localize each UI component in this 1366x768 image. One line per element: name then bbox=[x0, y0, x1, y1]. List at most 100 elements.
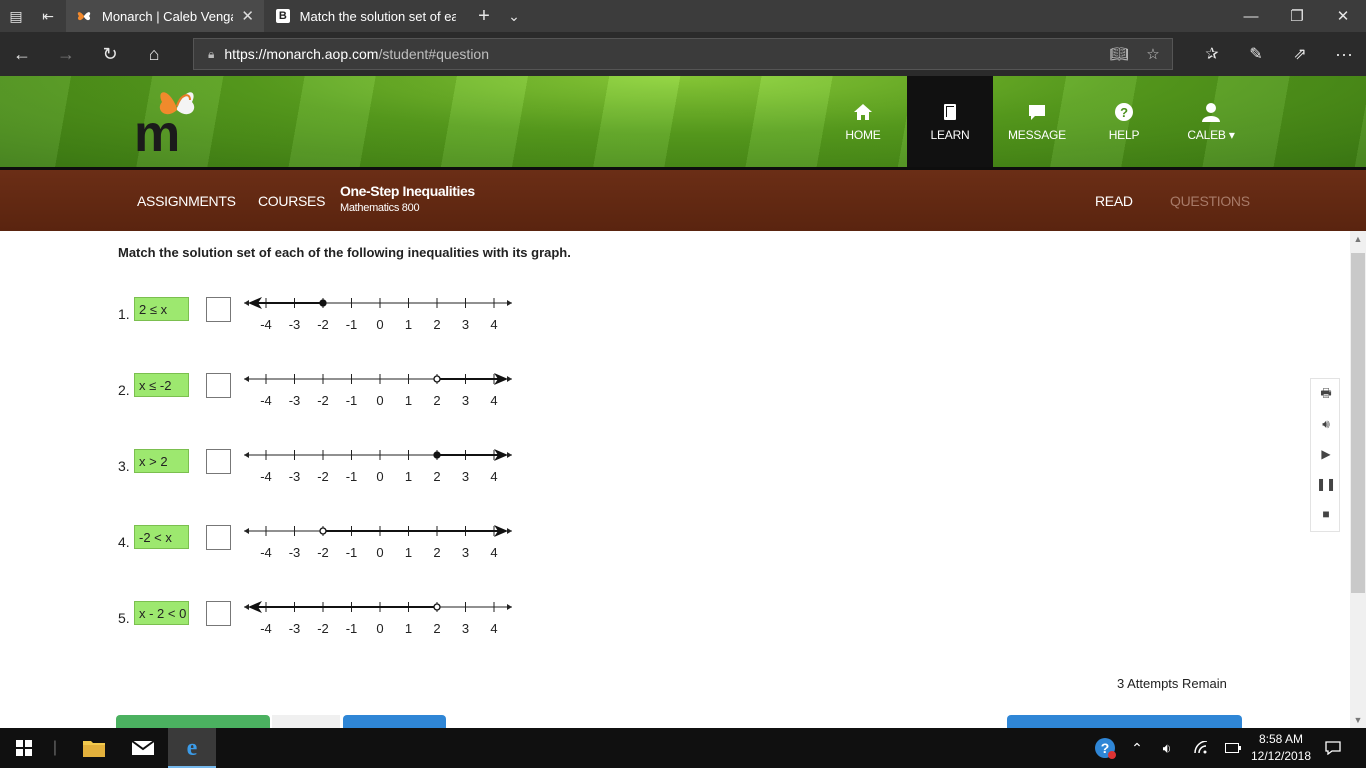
pen-icon[interactable]: ✎ bbox=[1234, 32, 1278, 76]
url-field[interactable]: 🔒︎ https://monarch.aop.com/student#quest… bbox=[193, 38, 1173, 70]
pause-icon[interactable]: ❚❚ bbox=[1311, 469, 1341, 499]
print-icon[interactable]: 🖶︎ bbox=[1311, 379, 1341, 409]
tick-label: -3 bbox=[289, 469, 301, 484]
home-nav-icon[interactable]: ⌂ bbox=[132, 32, 176, 76]
tick-label: 0 bbox=[376, 317, 383, 332]
course-title-block[interactable]: One-Step Inequalities Mathematics 800 bbox=[340, 183, 475, 214]
assignments-link[interactable]: ASSIGNMENTS bbox=[137, 170, 236, 231]
favorites-list-icon[interactable]: ✰ bbox=[1190, 32, 1234, 76]
tab-manager-icon[interactable]: ▤ bbox=[0, 0, 32, 32]
message-icon bbox=[1029, 104, 1045, 120]
page-scrollbar[interactable]: ▲ ▼ bbox=[1350, 231, 1366, 728]
blue-submit-button[interactable] bbox=[1007, 715, 1242, 728]
nav-help[interactable]: ? HELP bbox=[1081, 76, 1167, 167]
speaker-icon[interactable]: 🔊︎ bbox=[1311, 409, 1341, 439]
chevron-down-icon[interactable]: ⌄ bbox=[498, 0, 530, 32]
new-tab-icon[interactable]: + bbox=[468, 0, 500, 32]
volume-icon[interactable]: 🔉︎ bbox=[1152, 728, 1182, 768]
minimize-icon[interactable]: — bbox=[1228, 0, 1274, 32]
tick-label: 1 bbox=[405, 469, 412, 484]
wifi-icon[interactable] bbox=[1186, 728, 1216, 768]
axis-left-arrow bbox=[244, 452, 249, 458]
nav-user[interactable]: CALEB ▾ bbox=[1168, 76, 1254, 167]
axis-right-arrow bbox=[507, 300, 512, 306]
url-host: https://monarch.aop.com bbox=[224, 46, 379, 62]
edge-browser-icon[interactable]: e bbox=[168, 728, 216, 768]
inequality-chip[interactable]: 2 ≤ x bbox=[134, 297, 189, 321]
gray-action-button[interactable] bbox=[272, 715, 340, 728]
nav-learn[interactable]: LEARN bbox=[907, 76, 993, 167]
back-arrow-icon[interactable]: ← bbox=[0, 32, 44, 76]
more-icon[interactable]: ··· bbox=[1322, 32, 1366, 76]
tool-palette: 🖶︎ 🔊︎ ▶ ❚❚ ■ bbox=[1310, 378, 1340, 532]
course-title: One-Step Inequalities bbox=[340, 183, 475, 199]
close-window-icon[interactable]: ✕ bbox=[1320, 0, 1366, 32]
notifications-icon[interactable] bbox=[1318, 728, 1348, 768]
tick-label: 1 bbox=[405, 393, 412, 408]
answer-drop-box[interactable] bbox=[206, 601, 231, 626]
lock-icon: 🔒︎ bbox=[208, 46, 215, 61]
blue-action-button[interactable] bbox=[343, 715, 446, 728]
tick-label: 0 bbox=[376, 545, 383, 560]
open-point bbox=[433, 375, 441, 383]
browser-tab-bar: ▤ ⇤ Monarch | Caleb Vengar ✕ B Match the… bbox=[0, 0, 1366, 32]
inequality-chip[interactable]: x - 2 < 0 bbox=[134, 601, 189, 625]
course-subtitle: Mathematics 800 bbox=[340, 202, 420, 214]
scroll-up-icon[interactable]: ▲ bbox=[1350, 231, 1366, 247]
file-explorer-icon[interactable] bbox=[70, 728, 118, 768]
tick-label: -3 bbox=[289, 317, 301, 332]
read-tab[interactable]: READ bbox=[1095, 170, 1133, 231]
taskbar-clock[interactable]: 8:58 AM 12/12/2018 bbox=[1244, 731, 1318, 765]
answer-drop-box[interactable] bbox=[206, 373, 231, 398]
tick-label: 4 bbox=[490, 469, 497, 484]
tab-title: Match the solution set of ea bbox=[299, 8, 456, 24]
tab-brainly[interactable]: B Match the solution set of ea bbox=[266, 0, 466, 32]
tick-label: 4 bbox=[490, 393, 497, 408]
questions-tab[interactable]: QUESTIONS bbox=[1170, 170, 1250, 231]
close-tab-icon[interactable]: ✕ bbox=[241, 7, 254, 25]
help-icon: ? bbox=[1115, 102, 1133, 121]
tick-label: -3 bbox=[289, 621, 301, 636]
tick-label: 3 bbox=[462, 545, 469, 560]
mail-icon[interactable] bbox=[119, 728, 167, 768]
inequality-chip[interactable]: x ≤ -2 bbox=[134, 373, 189, 397]
open-point bbox=[433, 603, 441, 611]
windows-start-icon[interactable] bbox=[0, 728, 48, 768]
tick-label: 2 bbox=[433, 545, 440, 560]
number-line-graph: -4 -3 -2 -1 0 1 2 3 4 bbox=[244, 297, 512, 332]
answer-drop-box[interactable] bbox=[206, 449, 231, 474]
stop-icon[interactable]: ■ bbox=[1311, 499, 1341, 529]
inequality-chip[interactable]: -2 < x bbox=[134, 525, 189, 549]
play-icon[interactable]: ▶ bbox=[1311, 439, 1341, 469]
b-icon: B bbox=[276, 9, 290, 23]
share-icon[interactable]: ⇗ bbox=[1278, 32, 1322, 76]
number-line-graph: -4 -3 -2 -1 0 1 2 3 4 bbox=[244, 373, 512, 408]
svg-text:e: e bbox=[187, 735, 198, 759]
tab-monarch[interactable]: Monarch | Caleb Vengar ✕ bbox=[66, 0, 264, 32]
tick-label: 3 bbox=[462, 317, 469, 332]
chevron-up-icon[interactable]: ⌃ bbox=[1122, 728, 1152, 768]
reading-view-icon[interactable]: 📖︎ bbox=[1104, 39, 1134, 69]
forward-arrow-icon[interactable]: → bbox=[44, 32, 88, 76]
butterfly-icon bbox=[76, 8, 92, 24]
nav-label: MESSAGE bbox=[1008, 127, 1066, 142]
site-header: m HOME LEARN MESSAGE ? HELP CALEB ▾ bbox=[0, 76, 1366, 170]
tick-label: -3 bbox=[289, 393, 301, 408]
monarch-logo[interactable]: m bbox=[134, 86, 204, 160]
nav-message[interactable]: MESSAGE bbox=[994, 76, 1080, 167]
set-aside-tabs-icon[interactable]: ⇤ bbox=[32, 0, 64, 32]
green-action-button[interactable] bbox=[116, 715, 270, 728]
tick-label: -4 bbox=[260, 545, 272, 560]
answer-drop-box[interactable] bbox=[206, 297, 231, 322]
scroll-down-icon[interactable]: ▼ bbox=[1350, 712, 1366, 728]
refresh-icon[interactable]: ↻ bbox=[88, 32, 132, 76]
help-tray-icon[interactable]: ? bbox=[1090, 728, 1120, 768]
inequality-chip[interactable]: x > 2 bbox=[134, 449, 189, 473]
restore-icon[interactable]: ❐ bbox=[1274, 0, 1320, 32]
courses-link[interactable]: COURSES bbox=[258, 170, 325, 231]
favorite-star-icon[interactable]: ☆ bbox=[1138, 39, 1168, 69]
answer-drop-box[interactable] bbox=[206, 525, 231, 550]
nav-home[interactable]: HOME bbox=[820, 76, 906, 167]
tick-label: -2 bbox=[317, 393, 329, 408]
scroll-thumb[interactable] bbox=[1351, 253, 1365, 593]
